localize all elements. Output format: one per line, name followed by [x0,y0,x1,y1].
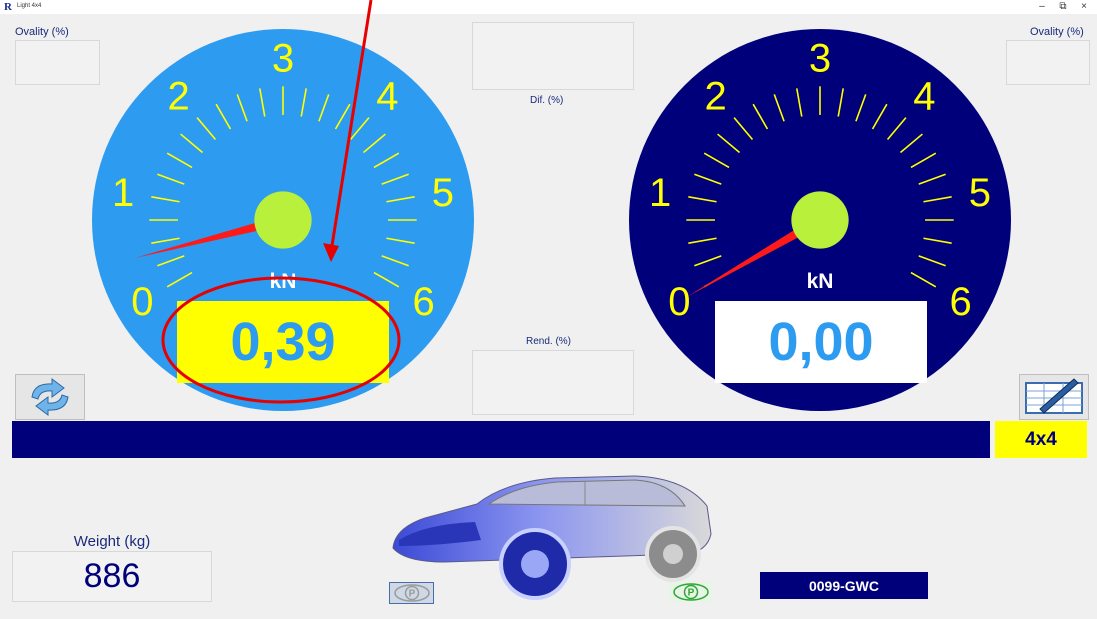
pointer-arrow-line [329,0,373,253]
weight-value: 886 [12,551,212,602]
pointer-arrow-head [323,243,339,262]
report-button[interactable] [1019,374,1089,420]
status-bar [12,421,990,458]
weight-label: Weight (kg) [73,533,151,550]
refresh-arrows-icon [31,378,69,416]
mode-badge: 4x4 [995,421,1087,458]
license-plate: 0099-GWC [760,572,928,599]
parking-brake-icon: P [672,583,709,601]
highlight-ellipse [161,276,401,404]
pen-table-icon [1025,378,1083,414]
svg-text:P: P [408,589,415,600]
suv-car-image [392,475,712,600]
parking-brake-icon: P [393,584,430,602]
svg-text:P: P [687,588,694,599]
parking-right: P [669,582,712,602]
parking-left: P [389,582,434,604]
refresh-button[interactable] [15,374,85,420]
